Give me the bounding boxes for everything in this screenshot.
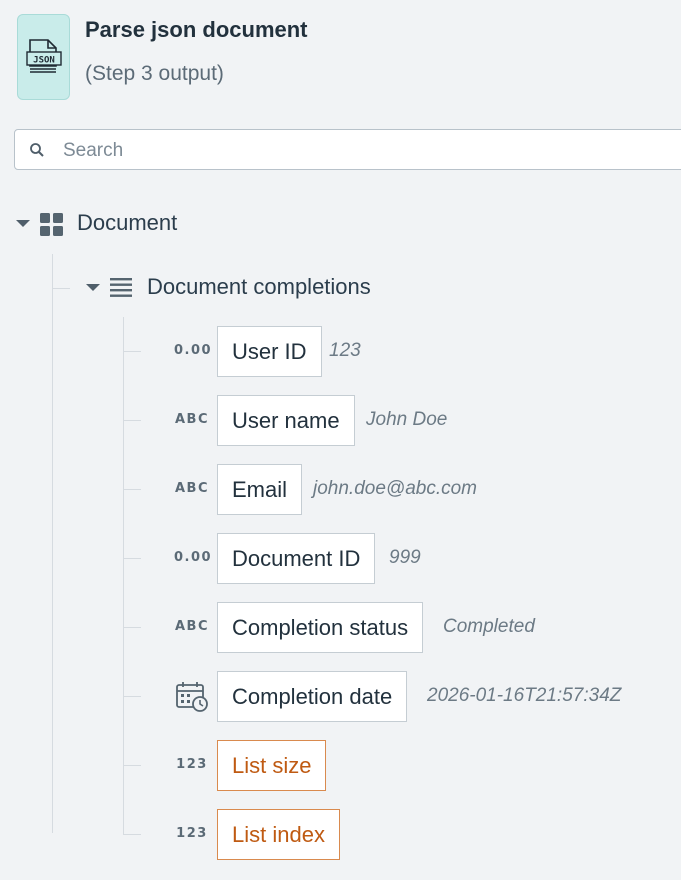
field-row-list-index: 123 List index	[0, 809, 681, 860]
field-row-completion-date: Completion date 2026-01-16T21:57:34Z	[0, 671, 681, 722]
sample-value: Completed	[443, 616, 535, 637]
field-row-user-id: 0.00 User ID 123	[0, 326, 681, 377]
sample-value: john.doe@abc.com	[313, 478, 477, 499]
tree-connector	[123, 834, 141, 835]
field-pill-completion-date[interactable]: Completion date	[217, 671, 408, 722]
tree-connector	[123, 489, 141, 490]
tree-connector	[123, 765, 141, 766]
string-type-badge: ABC	[174, 619, 209, 634]
field-pill-email[interactable]: Email	[217, 464, 303, 515]
integer-type-badge: 123	[176, 757, 208, 772]
page-subtitle: (Step 3 output)	[85, 62, 224, 85]
sample-value: John Doe	[366, 409, 448, 430]
search-input[interactable]	[61, 136, 665, 166]
sample-value: 999	[389, 547, 421, 568]
field-pill-list-index[interactable]: List index	[217, 809, 340, 860]
tree-guide-child-connector	[52, 288, 70, 289]
field-pill-user-id[interactable]: User ID	[217, 326, 322, 377]
string-type-badge: ABC	[174, 412, 209, 427]
list-icon	[110, 278, 132, 297]
number-type-badge: 0.00	[174, 550, 213, 565]
field-row-email: ABC Email john.doe@abc.com	[0, 464, 681, 515]
svg-text:JSON: JSON	[33, 56, 55, 66]
tree-connector	[123, 558, 141, 559]
tree-connector	[123, 627, 141, 628]
expand-child-caret-icon[interactable]	[86, 284, 100, 291]
field-row-document-id: 0.00 Document ID 999	[0, 533, 681, 584]
tree-connector	[123, 351, 141, 352]
string-type-badge: ABC	[174, 481, 209, 496]
sample-value: 123	[329, 340, 361, 361]
field-pill-completion-status[interactable]: Completion status	[217, 602, 424, 653]
search-icon	[30, 143, 44, 157]
field-row-completion-status: ABC Completion status Completed	[0, 602, 681, 653]
tree-node-document[interactable]: Document	[77, 210, 177, 236]
field-row-list-size: 123 List size	[0, 740, 681, 791]
integer-type-badge: 123	[176, 826, 208, 841]
expand-root-caret-icon[interactable]	[16, 220, 30, 227]
tree-connector	[123, 420, 141, 421]
field-pill-user-name[interactable]: User name	[217, 395, 355, 446]
page-title: Parse json document	[85, 17, 308, 42]
number-type-badge: 0.00	[174, 343, 213, 358]
sample-value: 2026-01-16T21:57:34Z	[427, 685, 622, 706]
field-pill-list-size[interactable]: List size	[217, 740, 327, 791]
tree-node-document-completions[interactable]: Document completions	[147, 274, 371, 300]
grid-icon	[40, 213, 63, 236]
field-row-user-name: ABC User name John Doe	[0, 395, 681, 446]
tree-connector	[123, 696, 141, 697]
calendar-clock-icon	[176, 682, 208, 712]
search-box[interactable]	[14, 129, 681, 170]
field-pill-document-id[interactable]: Document ID	[217, 533, 376, 584]
json-file-icon: JSON	[17, 14, 70, 100]
